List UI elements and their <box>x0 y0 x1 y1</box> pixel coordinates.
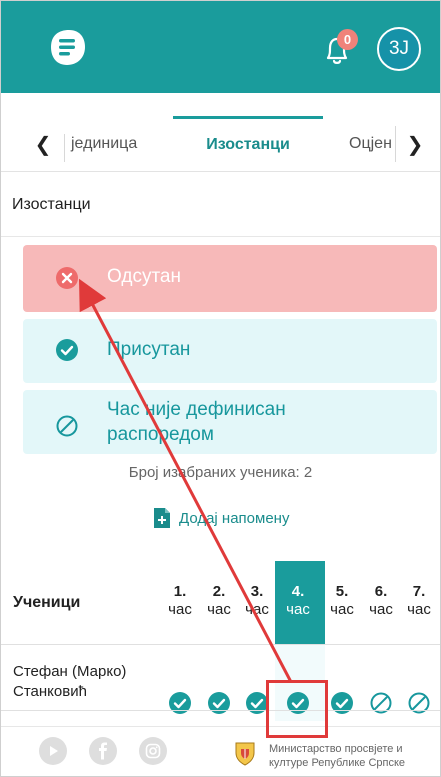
period-label: час <box>369 601 393 618</box>
add-file-icon <box>154 508 170 528</box>
option-undefined[interactable]: Час није дефинисан распоредом <box>23 390 437 454</box>
tab-bar: ❮ јединица Изостанци Оцјен ❯ <box>1 116 440 172</box>
period-label: час <box>245 601 269 618</box>
period-header-4[interactable]: 4. час <box>278 583 318 619</box>
period-header-2[interactable]: 2. час <box>199 583 239 619</box>
section-title: Изостанци <box>1 173 440 237</box>
chevron-left-icon[interactable]: ❮ <box>31 132 55 156</box>
facebook-icon[interactable] <box>89 737 117 765</box>
check-circle-icon[interactable] <box>168 691 192 715</box>
check-circle-icon <box>56 339 78 361</box>
period-label: час <box>330 601 354 618</box>
period-number: 5. <box>335 583 349 600</box>
tab-divider <box>64 134 65 162</box>
ministry-text: Министарство просвјете и културе Републи… <box>269 743 406 769</box>
option-present-label: Присутан <box>107 339 191 360</box>
add-note-label: Додај напомену <box>179 509 290 527</box>
attendance-grid: Ученици 1. час 2. час 3. час 4. час 5. час 6. час 7.… <box>1 561 440 721</box>
check-circle-icon[interactable] <box>330 691 354 715</box>
x-circle-icon <box>56 267 78 289</box>
option-present[interactable]: Присутан <box>23 319 437 383</box>
check-circle-icon[interactable] <box>207 691 231 715</box>
ban-icon[interactable] <box>407 691 431 715</box>
period-header-3[interactable]: 3. час <box>237 583 277 619</box>
notification-badge: 0 <box>337 29 358 50</box>
ban-icon <box>56 415 78 437</box>
option-absent-label: Одсутан <box>107 266 181 287</box>
tab-divider <box>395 126 396 162</box>
period-label: час <box>286 601 310 618</box>
ban-icon[interactable] <box>369 691 393 715</box>
period-number: 1. <box>173 583 187 600</box>
add-note-button[interactable]: Додај напомену <box>153 506 289 530</box>
period-number: 2. <box>212 583 226 600</box>
highlight-box <box>266 680 328 738</box>
option-undefined-label: Час није дефинисан распоредом <box>107 399 286 445</box>
tab-grades[interactable]: Оцјен <box>349 116 395 171</box>
period-header-1[interactable]: 1. час <box>160 583 200 619</box>
tab-unit[interactable]: јединица <box>71 116 171 171</box>
user-avatar[interactable]: 3J <box>377 27 421 71</box>
footer: Министарство просвјете и културе Републи… <box>1 726 440 776</box>
row-divider <box>1 710 440 711</box>
period-label: час <box>207 601 231 618</box>
selected-count: Број изабраних ученика: 2 <box>128 464 313 481</box>
top-bar: 0 3J <box>1 1 440 93</box>
period-label: час <box>407 601 431 618</box>
student-name[interactable]: Стефан (Марко) Станковић <box>13 662 126 702</box>
period-label: час <box>168 601 192 618</box>
option-absent[interactable]: Одсутан <box>23 245 437 312</box>
period-header-6[interactable]: 6. час <box>361 583 401 619</box>
period-number: 7. <box>412 583 426 600</box>
youtube-icon[interactable] <box>39 737 67 765</box>
period-number: 6. <box>374 583 388 600</box>
menu-list-logo-icon[interactable] <box>45 25 89 69</box>
period-number: 4. <box>291 583 305 600</box>
ministry-crest-icon <box>235 742 255 766</box>
period-header-7[interactable]: 7. час <box>399 583 439 619</box>
tab-absences[interactable]: Изостанци <box>173 116 323 171</box>
app-frame: 0 3J ❮ јединица Изостанци Оцјен ❯ Изоста… <box>0 0 441 777</box>
chevron-right-icon[interactable]: ❯ <box>403 132 427 156</box>
instagram-icon[interactable] <box>139 737 167 765</box>
period-header-5[interactable]: 5. час <box>322 583 362 619</box>
period-number: 3. <box>250 583 264 600</box>
students-header: Ученици <box>13 594 81 611</box>
header-divider <box>1 644 440 645</box>
